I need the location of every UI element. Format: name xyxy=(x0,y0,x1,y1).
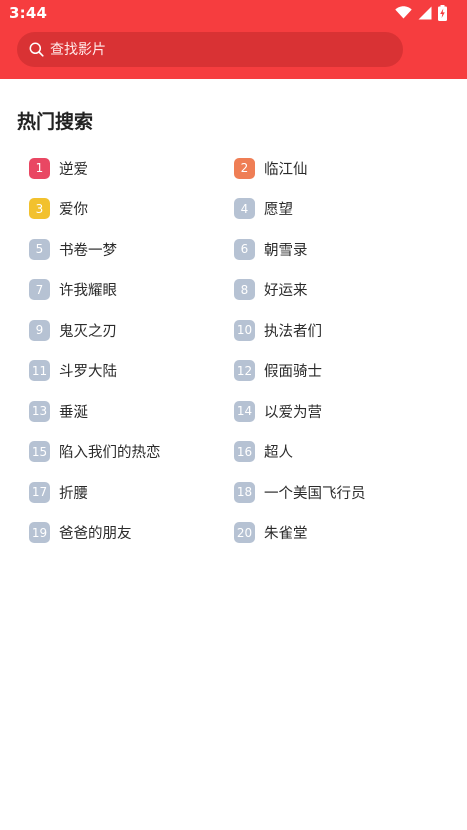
rank-badge: 8 xyxy=(234,279,255,301)
hot-search-list: 1 逆爱 2 临江仙 3 爱你 4 愿望 5 书卷一梦 6 朝雪录 7 许我耀眼 8 好运来 9 鬼灭之刃 10 执法… xyxy=(29,148,449,553)
rank-badge: 15 xyxy=(29,441,50,463)
hot-search-item-title: 书卷一梦 xyxy=(59,242,117,259)
hot-search-item-title: 垂涎 xyxy=(59,404,88,421)
hot-search-item[interactable]: 20 朱雀堂 xyxy=(234,513,439,554)
hot-search-item[interactable]: 1 逆爱 xyxy=(29,148,234,189)
hot-search-item[interactable]: 5 书卷一梦 xyxy=(29,229,234,270)
hot-search-item[interactable]: 16 超人 xyxy=(234,432,439,473)
hot-search-item-title: 许我耀眼 xyxy=(59,283,117,300)
hot-search-item-title: 朱雀堂 xyxy=(264,526,308,543)
hot-search-item-title: 鬼灭之刃 xyxy=(59,323,117,340)
rank-badge: 6 xyxy=(234,238,255,260)
hot-search-item-title: 执法者们 xyxy=(264,323,322,340)
wifi-icon xyxy=(395,6,412,19)
hot-search-item[interactable]: 8 好运来 xyxy=(234,270,439,311)
hot-search-item[interactable]: 19 爸爸的朋友 xyxy=(29,513,234,554)
hot-search-item-title: 一个美国飞行员 xyxy=(264,485,366,502)
hot-search-item[interactable]: 11 斗罗大陆 xyxy=(29,351,234,392)
hot-search-item[interactable]: 15 陷入我们的热恋 xyxy=(29,432,234,473)
hot-search-item[interactable]: 2 临江仙 xyxy=(234,148,439,189)
hot-search-item-title: 爸爸的朋友 xyxy=(59,526,132,543)
status-time: 3:44 xyxy=(9,4,48,22)
rank-badge: 19 xyxy=(29,522,50,544)
rank-badge: 3 xyxy=(29,198,50,220)
rank-badge: 7 xyxy=(29,279,50,301)
hot-search-item[interactable]: 10 执法者们 xyxy=(234,310,439,351)
header: 3:44 xyxy=(0,0,467,79)
hot-search-title: 热门搜索 xyxy=(17,111,94,133)
rank-badge: 5 xyxy=(29,238,50,260)
rank-badge: 18 xyxy=(234,481,255,503)
hot-search-item-title: 折腰 xyxy=(59,485,88,502)
hot-search-item[interactable]: 13 垂涎 xyxy=(29,391,234,432)
rank-badge: 13 xyxy=(29,400,50,422)
search-bar[interactable] xyxy=(17,32,403,67)
rank-badge: 9 xyxy=(29,319,50,341)
hot-search-item-title: 朝雪录 xyxy=(264,242,308,259)
status-icons xyxy=(395,4,447,21)
hot-search-item[interactable]: 12 假面骑士 xyxy=(234,351,439,392)
hot-search-item-title: 假面骑士 xyxy=(264,364,322,381)
hot-search-item[interactable]: 4 愿望 xyxy=(234,189,439,230)
hot-search-item[interactable]: 17 折腰 xyxy=(29,472,234,513)
hot-search-item[interactable]: 14 以爱为营 xyxy=(234,391,439,432)
hot-search-item-title: 好运来 xyxy=(264,283,308,300)
hot-search-item-title: 陷入我们的热恋 xyxy=(59,445,161,462)
cell-signal-icon xyxy=(418,6,432,20)
hot-search-item-title: 斗罗大陆 xyxy=(59,364,117,381)
hot-search-item-title: 爱你 xyxy=(59,202,88,219)
hot-search-item[interactable]: 9 鬼灭之刃 xyxy=(29,310,234,351)
hot-search-item-title: 逆爱 xyxy=(59,161,88,178)
hot-search-item[interactable]: 6 朝雪录 xyxy=(234,229,439,270)
hot-search-item[interactable]: 18 一个美国飞行员 xyxy=(234,472,439,513)
rank-badge: 17 xyxy=(29,481,50,503)
rank-badge: 4 xyxy=(234,198,255,220)
hot-search-item[interactable]: 7 许我耀眼 xyxy=(29,270,234,311)
rank-badge: 2 xyxy=(234,157,255,179)
hot-search-item-title: 以爱为营 xyxy=(264,404,322,421)
search-icon xyxy=(29,42,44,57)
rank-badge: 12 xyxy=(234,360,255,382)
hot-search-item-title: 超人 xyxy=(264,445,293,462)
status-bar: 3:44 xyxy=(0,0,467,26)
rank-badge: 16 xyxy=(234,441,255,463)
rank-badge: 20 xyxy=(234,522,255,544)
hot-search-item-title: 临江仙 xyxy=(264,161,308,178)
battery-charging-icon xyxy=(438,4,447,21)
rank-badge: 11 xyxy=(29,360,50,382)
rank-badge: 14 xyxy=(234,400,255,422)
hot-search-item-title: 愿望 xyxy=(264,202,293,219)
app-screen: 3:44 查找影片 热门搜索 1 逆爱 2 临江仙 3 爱你 4 愿望 5 书卷… xyxy=(0,0,467,830)
hot-search-item[interactable]: 3 爱你 xyxy=(29,189,234,230)
search-input[interactable] xyxy=(50,37,370,62)
rank-badge: 10 xyxy=(234,319,255,341)
rank-badge: 1 xyxy=(29,157,50,179)
